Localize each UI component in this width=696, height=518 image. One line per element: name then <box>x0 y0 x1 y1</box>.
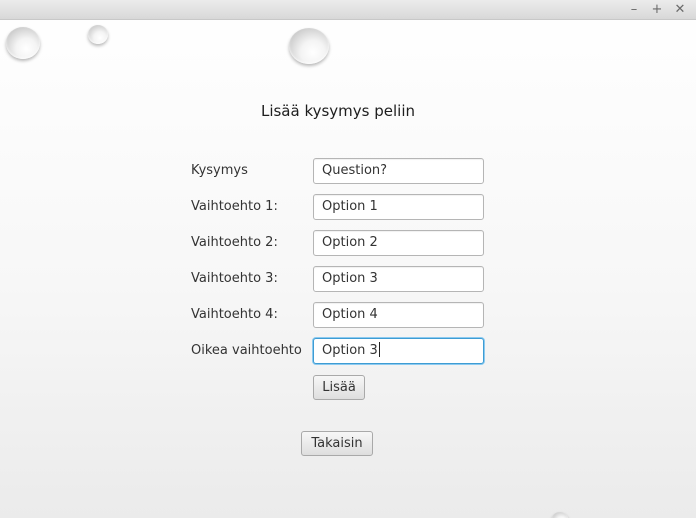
option-4-label: Vaihtoehto 4: <box>191 307 278 322</box>
option-2-input[interactable]: Option 2 <box>313 230 484 256</box>
correct-option-input[interactable]: Option 3 <box>313 338 484 364</box>
back-button[interactable]: Takaisin <box>301 431 373 456</box>
maximize-icon[interactable]: + <box>649 0 665 20</box>
option-3-label: Vaihtoehto 3: <box>191 271 278 286</box>
correct-option-value: Option 3 <box>322 343 378 358</box>
option-1-input[interactable]: Option 1 <box>313 194 484 220</box>
water-droplet-icon <box>6 27 40 59</box>
water-droplet-icon <box>552 512 568 518</box>
minimize-icon[interactable]: – <box>626 0 642 20</box>
option-3-input[interactable]: Option 3 <box>313 266 484 292</box>
option-4-input[interactable]: Option 4 <box>313 302 484 328</box>
option-1-label: Vaihtoehto 1: <box>191 199 278 214</box>
question-label: Kysymys <box>191 163 248 178</box>
close-icon[interactable]: ✕ <box>672 0 688 20</box>
water-droplet-icon <box>289 28 329 64</box>
text-caret <box>378 342 380 357</box>
app-window: – + ✕ Lisää kysymys peliin Kysymys Quest… <box>0 0 696 518</box>
page-title: Lisää kysymys peliin <box>260 102 416 120</box>
option-2-label: Vaihtoehto 2: <box>191 235 278 250</box>
question-input[interactable]: Question? <box>313 158 484 184</box>
title-bar[interactable]: – + ✕ <box>0 0 696 20</box>
add-button[interactable]: Lisää <box>313 375 365 400</box>
water-droplet-icon <box>88 25 108 44</box>
correct-option-label: Oikea vaihtoehto <box>191 343 302 358</box>
